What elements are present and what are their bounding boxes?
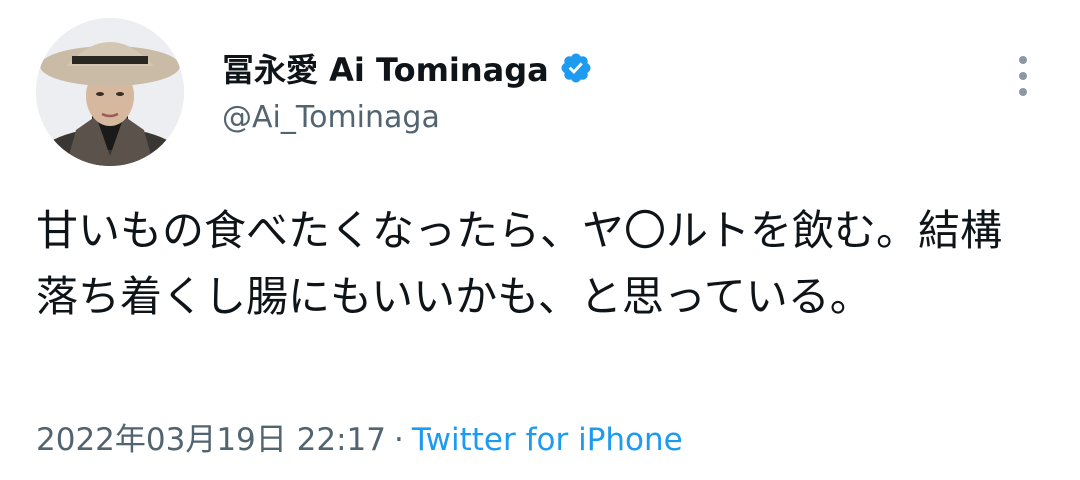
verified-badge-icon: [559, 51, 593, 85]
tweet-source[interactable]: Twitter for iPhone: [412, 422, 683, 458]
tweet-text: 甘いもの食べたくなったら、ヤ〇ルトを飲む。結構落ち着くし腸にもいいかも、と思って…: [36, 206, 1003, 321]
more-dot: [1019, 56, 1027, 64]
tweet-timestamp[interactable]: 2022年03月19日 22:17: [36, 422, 386, 458]
tweet-card: 冨永愛 Ai Tominaga @Ai_Tominaga 甘いもの食べたくなった…: [0, 0, 1080, 480]
meta-separator: ·: [393, 422, 404, 458]
user-handle[interactable]: @Ai_Tominaga: [222, 100, 440, 135]
more-vertical-icon[interactable]: [1000, 36, 1046, 116]
more-dot: [1019, 72, 1027, 80]
more-dot: [1019, 88, 1027, 96]
avatar[interactable]: [36, 18, 184, 166]
name-row: 冨永愛 Ai Tominaga: [222, 42, 593, 94]
tweet-meta: 2022年03月19日 22:17 · Twitter for iPhone: [36, 414, 683, 459]
display-name[interactable]: 冨永愛 Ai Tominaga: [222, 45, 549, 91]
